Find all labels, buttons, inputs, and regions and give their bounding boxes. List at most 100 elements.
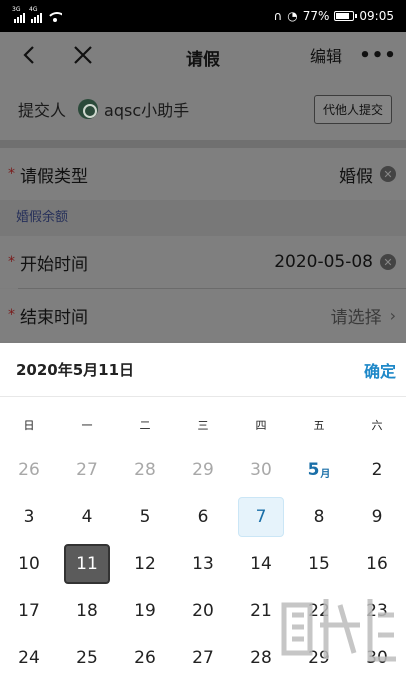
submitter-label: 提交人 <box>18 101 67 120</box>
day-cell[interactable]: 27 <box>180 638 226 673</box>
battery-icon <box>334 11 358 21</box>
day-number: 9 <box>371 506 383 527</box>
leave-type-label: 请假类型 <box>20 166 88 187</box>
day-number: 27 <box>76 459 98 480</box>
day-number: 19 <box>134 600 156 621</box>
day-cell[interactable]: 13 <box>180 544 226 584</box>
day-number: 25 <box>76 647 98 668</box>
network-label-2: 4G <box>29 6 38 13</box>
signal-icon: 3G <box>12 6 25 23</box>
day-cell[interactable]: 3 <box>6 497 52 537</box>
more-options-button[interactable]: ••• <box>359 32 396 78</box>
submitter-row: 提交人 aqsc小助手 代他人提交 <box>0 78 406 140</box>
day-cell[interactable]: 14 <box>238 544 284 584</box>
end-time-row[interactable]: * 结束时间 请选择 › <box>0 289 406 341</box>
end-time-label: 结束时间 <box>20 307 88 328</box>
month-suffix: 月 <box>320 468 331 480</box>
day-number: 5 <box>139 506 151 527</box>
signal-icon: 4G <box>29 6 42 23</box>
status-left: 3G 4G <box>12 6 62 23</box>
day-number: 17 <box>18 600 40 621</box>
start-time-row[interactable]: * 开始时间 2020-05-08 ✕ <box>0 236 406 288</box>
day-cell[interactable]: 4 <box>64 497 110 537</box>
alarm-icon: ◔ <box>287 9 298 23</box>
status-right: ∩ ◔ 77% 09:05 <box>273 9 394 23</box>
day-number: 15 <box>308 553 330 574</box>
status-bar: 3G 4G ∩ ◔ 77% 09:05 <box>0 0 406 32</box>
day-cell[interactable]: 12 <box>122 544 168 584</box>
day-cell[interactable]: 24 <box>6 638 52 673</box>
day-cell[interactable]: 9 <box>354 497 400 537</box>
day-cell[interactable]: 2 <box>354 450 400 490</box>
leave-type-row[interactable]: * 请假类型 婚假 ✕ <box>0 148 406 200</box>
section-gap <box>0 140 406 148</box>
day-number: 20 <box>192 600 214 621</box>
clear-icon[interactable]: ✕ <box>380 166 396 182</box>
day-number: 12 <box>134 553 156 574</box>
day-number: 28 <box>250 647 272 668</box>
day-cell-today[interactable]: 7 <box>238 496 284 537</box>
start-time-label: 开始时间 <box>20 254 88 275</box>
day-cell[interactable]: 5 <box>122 497 168 537</box>
required-mark: * <box>8 254 15 270</box>
day-number: 24 <box>18 647 40 668</box>
clear-icon[interactable]: ✕ <box>380 254 396 270</box>
day-cell[interactable]: 20 <box>180 591 226 631</box>
day-cell[interactable]: 29 <box>180 450 226 490</box>
page-title: 请假 <box>186 50 220 70</box>
headphone-icon: ∩ <box>273 9 283 23</box>
day-number: 13 <box>192 553 214 574</box>
weekday-label: 一 <box>81 419 93 432</box>
submit-for-others-button[interactable]: 代他人提交 <box>313 94 392 124</box>
day-cell[interactable]: 18 <box>64 591 110 631</box>
day-number: 11 <box>76 553 98 574</box>
end-time-placeholder: 请选择 <box>330 307 382 328</box>
day-number: 27 <box>192 647 214 668</box>
day-cell[interactable]: 19 <box>122 591 168 631</box>
day-cell-selected[interactable]: 11 <box>64 543 110 584</box>
day-cell[interactable]: 30 <box>238 450 284 490</box>
day-number: 5 <box>307 459 320 480</box>
day-number: 2 <box>371 459 383 480</box>
submitter-name: aqsc小助手 <box>104 101 190 120</box>
day-number: 29 <box>192 459 214 480</box>
day-cell[interactable]: 16 <box>354 544 400 584</box>
day-number: 21 <box>250 600 272 621</box>
day-cell[interactable]: 10 <box>6 544 52 584</box>
avatar <box>78 99 99 119</box>
day-number: 18 <box>76 600 98 621</box>
day-number: 10 <box>18 553 40 574</box>
day-number: 14 <box>250 553 272 574</box>
day-cell[interactable]: 8 <box>296 497 342 537</box>
chevron-right-icon: › <box>389 305 396 325</box>
day-cell[interactable]: 25 <box>64 638 110 673</box>
day-number: 26 <box>18 459 40 480</box>
day-number: 3 <box>23 506 35 527</box>
watermark-logo <box>281 599 396 662</box>
battery-fill <box>336 13 349 19</box>
confirm-button[interactable]: 确定 <box>364 358 396 382</box>
day-number: 26 <box>134 647 156 668</box>
day-cell[interactable]: 28 <box>122 450 168 490</box>
day-number: 28 <box>134 459 156 480</box>
day-cell[interactable]: 6 <box>180 497 226 537</box>
day-cell[interactable]: 17 <box>6 591 52 631</box>
day-number: 4 <box>81 506 93 527</box>
battery-percent: 77% <box>302 9 330 23</box>
weekday-header: 日 一 二 三 四 五 六 <box>0 397 406 453</box>
day-cell[interactable]: 27 <box>64 450 110 490</box>
nav-bar: 请假 编辑 ••• <box>0 32 406 78</box>
start-time-value: 2020-05-08 <box>274 252 373 272</box>
day-cell[interactable]: 5月 <box>296 450 342 490</box>
day-number: 30 <box>250 459 272 480</box>
picker-header: 2020年5月11日 确定 <box>0 343 406 397</box>
day-number: 16 <box>366 553 388 574</box>
wifi-icon <box>48 12 62 23</box>
day-cell[interactable]: 26 <box>6 450 52 490</box>
quota-label: 婚假余额 <box>0 200 406 236</box>
clock: 09:05 <box>359 9 394 23</box>
required-mark: * <box>8 166 15 182</box>
day-cell[interactable]: 15 <box>296 544 342 584</box>
edit-button[interactable]: 编辑 <box>310 32 342 78</box>
day-cell[interactable]: 26 <box>122 638 168 673</box>
